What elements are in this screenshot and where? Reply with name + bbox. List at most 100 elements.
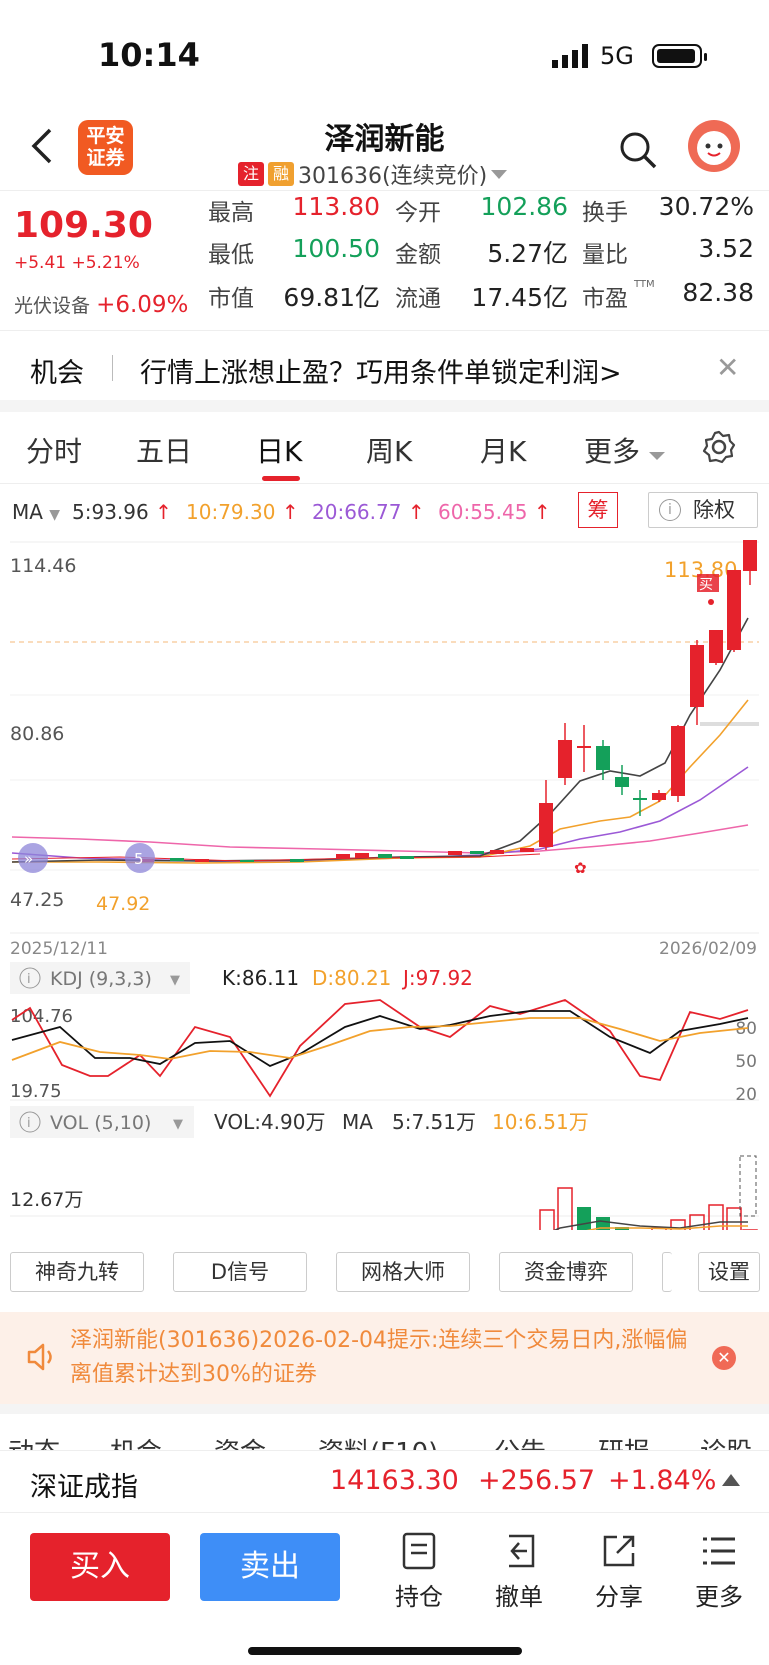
candle	[577, 746, 591, 748]
ma20-text: 20:66.77	[312, 500, 402, 524]
caret-down-icon	[648, 452, 665, 460]
stock-header: 平安证券 泽润新能 注 融 301636(连续竞价)	[0, 110, 769, 190]
speaker-icon	[27, 1343, 52, 1371]
risk-alert[interactable]: 泽润新能(301636)2026-02-04提示:连续三个交易日内,涨幅偏离值累…	[0, 1312, 769, 1404]
kdj-label: KDJ (9,3,3)	[50, 968, 152, 990]
menu-icon	[703, 1537, 735, 1565]
home-indicator[interactable]	[248, 1647, 522, 1655]
field-label: 金额	[395, 242, 441, 268]
kdj-d-line	[11, 1017, 749, 1061]
kdj-level-50: 50	[735, 1052, 757, 1072]
info-icon-glyph: i	[27, 1116, 31, 1131]
vol-ma5: 5:7.51万	[392, 1110, 476, 1134]
share-label: 分享	[595, 1583, 643, 1611]
field-value: 102.86	[480, 192, 568, 221]
candle	[170, 858, 184, 861]
candle	[195, 859, 209, 862]
tool-capital-game[interactable]: 资金博弈	[499, 1252, 633, 1292]
tab-research[interactable]: 研报	[598, 1432, 650, 1450]
tab-monthly-k[interactable]: 月K	[480, 430, 526, 470]
tool-magic-nine[interactable]: 神奇九转	[10, 1252, 144, 1292]
sector-info[interactable]: 光伏设备 +6.09%	[14, 291, 188, 318]
ma-selector[interactable]: MA ▼	[12, 500, 60, 524]
buy-signal-text: 买	[699, 577, 713, 593]
candle	[615, 777, 629, 787]
index-ticker[interactable]: 深证成指 14163.30 +256.57 +1.84%	[0, 1450, 769, 1512]
sell-button[interactable]: 卖出	[200, 1533, 340, 1601]
event-number: 5	[134, 850, 144, 868]
kdj-d-value: D:80.21	[312, 966, 391, 990]
candle	[290, 859, 304, 862]
close-icon[interactable]: ✕	[712, 1346, 736, 1370]
volume-bars	[539, 1155, 758, 1230]
volume-bar	[539, 1209, 555, 1230]
tool-grid-master[interactable]: 网格大师	[336, 1252, 470, 1292]
tab-capital[interactable]: 资金	[214, 1432, 266, 1450]
candle	[709, 630, 723, 663]
tab-more[interactable]: 更多	[584, 430, 665, 470]
tab-diagnosis[interactable]: 诊股	[700, 1432, 752, 1450]
caret-down-icon	[491, 170, 508, 179]
field-label: 市值	[208, 286, 254, 312]
sector-name: 光伏设备	[14, 295, 91, 317]
tool-d-signal[interactable]: D信号	[173, 1252, 307, 1292]
volume-bar	[577, 1207, 591, 1230]
quote-panel: 109.30 +5.41 +5.21% 光伏设备 +6.09% 最高 113.8…	[0, 190, 769, 330]
cancel-order-label: 撤单	[495, 1583, 543, 1611]
close-icon[interactable]: ✕	[716, 351, 739, 384]
candle	[400, 856, 414, 859]
field-value: 30.72%	[658, 192, 754, 221]
field-value: 82.38	[682, 278, 754, 307]
indicator-tools: 神奇九转 D信号 网格大师 资金博弈 设置	[0, 1252, 769, 1300]
tool-more-partial[interactable]	[662, 1252, 672, 1292]
share-icon	[603, 1535, 635, 1567]
tool-settings[interactable]: 设置	[698, 1252, 760, 1292]
field-value: 17.45亿	[471, 283, 568, 312]
ex-rights-button[interactable]: i 除权	[648, 492, 758, 528]
up-arrow-icon: ↑	[407, 500, 425, 524]
positions-button[interactable]: 持仓	[384, 1531, 454, 1612]
signal-dot	[708, 599, 714, 605]
tab-weekly-k[interactable]: 周K	[366, 430, 412, 470]
chip-distribution-button[interactable]: 筹	[578, 492, 618, 528]
candle	[490, 850, 504, 854]
opportunity-label: 机会	[30, 358, 84, 389]
tab-daily-k[interactable]: 日K	[256, 430, 302, 470]
search-icon[interactable]	[618, 130, 658, 170]
candle	[727, 570, 741, 650]
tab-news[interactable]: 动态	[8, 1432, 60, 1450]
gear-icon[interactable]	[702, 430, 736, 464]
kline-chart[interactable]: 114.46 80.86 47.25 47.92 113.80 买 2025/1…	[0, 540, 769, 1230]
period-tabs: 分时 五日 日K 周K 月K 更多	[0, 412, 769, 484]
buy-button[interactable]: 买入	[30, 1533, 170, 1601]
opportunity-banner[interactable]: 机会 行情上涨想止盈？巧用条件单锁定利润> ✕	[0, 330, 769, 400]
date-start: 2025/12/11	[10, 939, 108, 959]
field-value: 113.80	[292, 192, 380, 221]
candle	[470, 851, 484, 854]
tab-opportunity[interactable]: 机会	[110, 1432, 162, 1450]
candle	[240, 860, 254, 862]
index-value: 14163.30	[330, 1465, 459, 1496]
current-price: 109.30	[14, 205, 153, 246]
share-button[interactable]: 分享	[584, 1531, 654, 1612]
caret-down-icon: ▼	[173, 1117, 183, 1132]
kline-grid	[10, 541, 759, 934]
kdj-y-top: 104.76	[10, 1006, 73, 1027]
up-arrow-icon: ↑	[155, 500, 172, 524]
avatar[interactable]	[688, 120, 740, 172]
tab-announcements[interactable]: 公告	[494, 1432, 546, 1450]
tab-intraday[interactable]: 分时	[26, 430, 82, 470]
stock-code-row[interactable]: 注 融 301636(连续竞价)	[238, 158, 508, 190]
candle	[448, 851, 462, 855]
more-button[interactable]: 更多	[684, 1531, 754, 1612]
status-time: 10:14	[98, 36, 200, 74]
vol-ma10: 10:6.51万	[492, 1110, 589, 1134]
candle	[558, 740, 572, 778]
candle	[336, 854, 350, 859]
network-type: 5G	[600, 42, 634, 70]
signal-icon	[552, 44, 588, 68]
cancel-order-button[interactable]: 撤单	[484, 1531, 554, 1612]
tab-f10[interactable]: 资料(F10)	[318, 1432, 438, 1450]
opportunity-text[interactable]: 行情上涨想止盈？巧用条件单锁定利润>	[140, 351, 622, 390]
tab-five-day[interactable]: 五日	[136, 430, 192, 470]
